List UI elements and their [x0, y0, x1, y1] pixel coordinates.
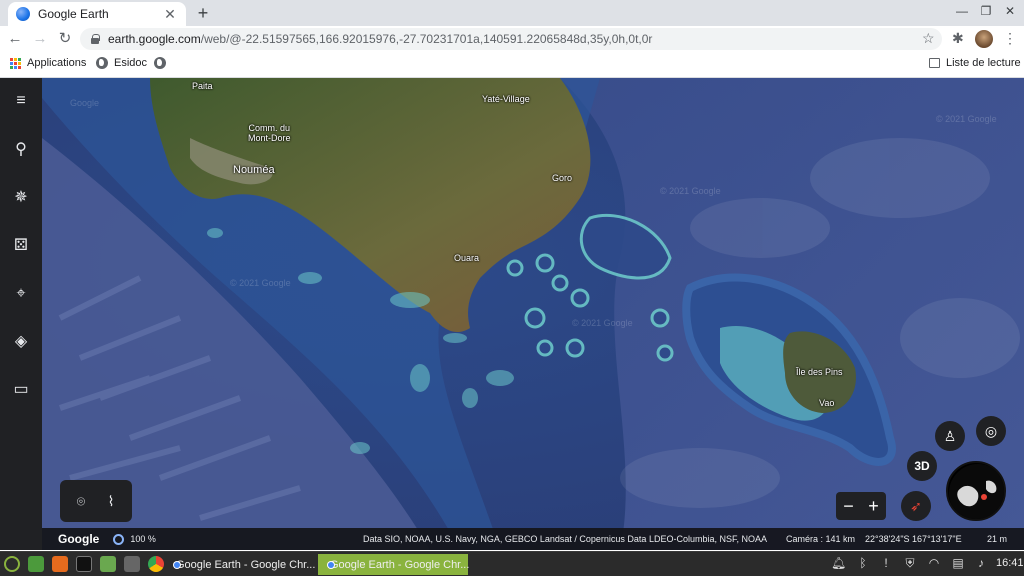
- google-earth-favicon-icon: [16, 7, 30, 21]
- bookmark-applications[interactable]: Applications: [10, 57, 86, 69]
- earth-map-viewport[interactable]: Google © 2021 Google © 2021 Google © 202…: [0, 78, 1024, 550]
- copyright-watermark: © 2021 Google: [572, 318, 633, 328]
- wifi-icon[interactable]: ◠: [927, 556, 941, 570]
- camera-altitude: Caméra : 141 km: [786, 534, 856, 544]
- projects-pin-icon[interactable]: ⌖: [11, 284, 31, 304]
- close-tab-icon[interactable]: ✕: [162, 6, 178, 23]
- lock-icon: [90, 34, 100, 44]
- street-view-pegman-icon[interactable]: ♙: [935, 421, 965, 451]
- new-tab-button[interactable]: +: [194, 3, 212, 24]
- earth-status-bar: Google 100 % Data SIO, NOAA, U.S. Navy, …: [42, 528, 1024, 550]
- task-label: Google Earth - Google Chr...: [176, 558, 316, 571]
- globe-icon: [96, 57, 108, 69]
- cursor-coordinates: 22°38'24"S 167°13'17"E: [865, 534, 962, 544]
- place-label[interactable]: Île des Pins: [796, 367, 843, 377]
- monitor-icon[interactable]: [124, 556, 140, 572]
- search-icon[interactable]: ⚲: [11, 140, 31, 160]
- profile-avatar[interactable]: [975, 30, 993, 48]
- chrome-launcher-icon[interactable]: [148, 556, 164, 572]
- task-label: Google Earth - Google Chr...: [330, 558, 470, 571]
- navigation-bar: ← → ↻ earth.google.com/web/@-22.51597565…: [0, 26, 1024, 52]
- reading-list-icon: [929, 58, 940, 68]
- measure-ruler-icon[interactable]: ▭: [11, 380, 31, 400]
- terminal-icon[interactable]: [76, 556, 92, 572]
- forward-icon[interactable]: →: [31, 30, 49, 48]
- browser-menu-icon[interactable]: ⋮: [1003, 30, 1017, 47]
- progress-ring-icon: [113, 533, 125, 545]
- bookmark-label: Esidoc: [114, 57, 148, 69]
- tab-title: Google Earth: [38, 7, 109, 21]
- place-label[interactable]: Yaté-Village: [482, 94, 530, 104]
- show-desktop-icon[interactable]: [28, 556, 44, 572]
- bluetooth-icon[interactable]: ᛒ: [856, 556, 870, 570]
- reading-list-label: Liste de lecture: [946, 57, 1021, 69]
- bookmark-esidoc[interactable]: Esidoc: [96, 57, 147, 69]
- clock[interactable]: 16:41: [996, 557, 1024, 569]
- copyright-watermark: © 2021 Google: [230, 278, 291, 288]
- notifications-bell-icon[interactable]: 🔔︎: [831, 556, 846, 570]
- globe-icon: [154, 57, 166, 69]
- copyright-watermark: © 2021 Google: [936, 114, 997, 124]
- address-bar[interactable]: earth.google.com/web/@-22.51597565,166.9…: [80, 28, 942, 50]
- url-host: earth.google.com: [108, 32, 201, 46]
- data-credits[interactable]: Data SIO, NOAA, U.S. Navy, NGA, GEBCO La…: [363, 534, 767, 544]
- earth-sidebar: ≡ ⚲ ✵ ⚄ ⌖ ◈ ▭: [0, 78, 42, 550]
- zoom-controls: − +: [836, 492, 886, 520]
- bookmark-label: Applications: [27, 57, 87, 69]
- google-watermark: Google: [70, 98, 100, 108]
- load-progress: 100 %: [113, 533, 156, 545]
- feeling-lucky-dice-icon[interactable]: ⚄: [11, 236, 31, 256]
- draw-path-icon[interactable]: ⌇: [102, 492, 120, 510]
- mini-globe[interactable]: [946, 461, 1006, 521]
- place-label[interactable]: Paita: [192, 81, 213, 91]
- files-folder-icon[interactable]: [100, 556, 116, 572]
- place-label[interactable]: Comm. du Mont-Dore: [248, 123, 291, 143]
- apps-grid-icon: [10, 57, 21, 69]
- url-text: earth.google.com/web/@-22.51597565,166.9…: [108, 32, 652, 46]
- map-style-layers-icon[interactable]: ◈: [11, 332, 31, 352]
- shield-icon[interactable]: ⛨: [903, 556, 917, 570]
- minimize-icon[interactable]: —: [954, 4, 970, 18]
- update-manager-icon[interactable]: !: [879, 556, 893, 570]
- google-logo: Google: [58, 532, 100, 546]
- zoom-out-icon[interactable]: −: [843, 496, 854, 517]
- my-location-icon[interactable]: ◎: [976, 416, 1006, 446]
- placemark-path-tools: ⌾ ⌇: [60, 480, 132, 522]
- zoom-in-icon[interactable]: +: [868, 496, 879, 517]
- volume-icon[interactable]: ♪: [974, 556, 988, 570]
- tab-google-earth[interactable]: Google Earth ✕: [8, 2, 186, 26]
- bookmark-globe[interactable]: [154, 57, 172, 69]
- reload-icon[interactable]: ↻: [56, 30, 74, 48]
- restore-icon[interactable]: ❐: [978, 4, 994, 18]
- extensions-puzzle-icon[interactable]: ✱: [952, 30, 964, 47]
- toggle-3d-button[interactable]: 3D: [907, 451, 937, 481]
- start-menu-icon[interactable]: [4, 556, 20, 572]
- bookmark-star-icon[interactable]: ☆: [922, 30, 935, 47]
- menu-hamburger-icon[interactable]: ≡: [11, 91, 31, 111]
- copyright-watermark: © 2021 Google: [660, 186, 721, 196]
- voyager-wheel-icon[interactable]: ✵: [11, 188, 31, 208]
- place-label[interactable]: Vao: [819, 398, 834, 408]
- tab-strip: Google Earth ✕ + — ❐ ✕: [0, 0, 1024, 26]
- close-window-icon[interactable]: ✕: [1002, 4, 1018, 18]
- satellite-imagery[interactable]: [0, 78, 1024, 550]
- load-percent: 100 %: [130, 534, 156, 544]
- taskbar-window-2-active[interactable]: Google Earth - Google Chr...: [318, 554, 470, 575]
- taskbar-window-1[interactable]: Google Earth - Google Chr...: [164, 554, 316, 575]
- url-path: /web/@-22.51597565,166.92015976,-27.7023…: [200, 32, 653, 46]
- bookmarks-bar: Applications Esidoc Liste de lecture: [0, 52, 1024, 78]
- reading-list-button[interactable]: Liste de lecture: [929, 57, 1021, 69]
- scale-readout: 21 m: [987, 534, 1008, 544]
- add-placemark-icon[interactable]: ⌾: [72, 492, 90, 510]
- place-label[interactable]: Ouara: [454, 253, 479, 263]
- clipboard-icon[interactable]: ▤: [951, 556, 965, 570]
- place-label[interactable]: Nouméa: [233, 164, 275, 176]
- compass-icon[interactable]: ➶: [901, 491, 931, 521]
- os-taskbar: Google Earth - Google Chr... Google Eart…: [0, 551, 1024, 576]
- firefox-icon[interactable]: [52, 556, 68, 572]
- place-label[interactable]: Goro: [552, 173, 572, 183]
- back-icon[interactable]: ←: [6, 30, 24, 48]
